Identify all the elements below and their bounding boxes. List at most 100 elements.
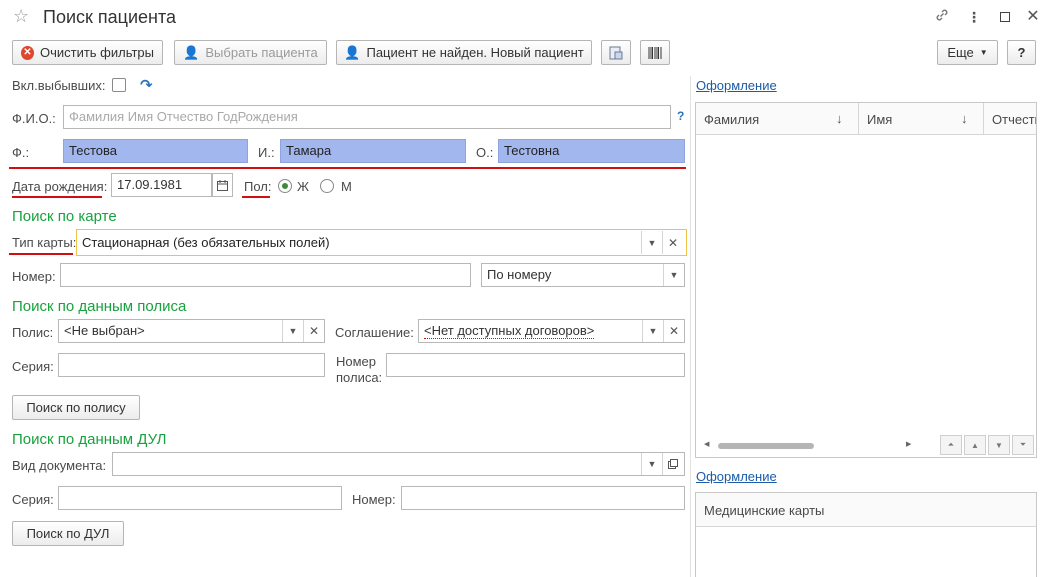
column-header-first-name[interactable]: Имя xyxy=(867,112,892,127)
card-type-dropdown-arrow-icon[interactable]: ▼ xyxy=(641,231,662,254)
search-by-dul-button[interactable]: Поиск по ДУЛ xyxy=(12,521,124,546)
dul-series-input[interactable] xyxy=(58,486,342,510)
card-number-input[interactable] xyxy=(60,263,471,287)
agreement-dropdown-arrow-icon[interactable]: ▼ xyxy=(642,320,663,342)
search-by-select[interactable]: По номеру xyxy=(481,263,685,287)
card-type-label: Тип карты: xyxy=(12,235,77,250)
help-button[interactable]: ? xyxy=(1007,40,1036,65)
refresh-arrow-icon[interactable]: ↷ xyxy=(140,76,153,94)
cards-grid-format-link[interactable]: Оформление xyxy=(696,469,777,484)
include-retired-label: Вкл.выбывших: xyxy=(12,78,106,93)
doc-type-dropdown-arrow-icon[interactable]: ▼ xyxy=(641,453,662,475)
column-header-middle-name[interactable]: Отчеств xyxy=(992,112,1036,127)
include-retired-checkbox[interactable] xyxy=(112,78,126,92)
birth-date-input[interactable]: 17.09.1981 xyxy=(111,173,212,197)
scan-document-icon xyxy=(609,46,623,59)
horizontal-scrollbar-thumb[interactable] xyxy=(718,443,814,449)
policy-dropdown-arrow-icon[interactable]: ▼ xyxy=(282,320,303,342)
new-patient-label: Пациент не найден. Новый пациент xyxy=(366,45,584,60)
policy-clear-icon[interactable]: ✕ xyxy=(303,320,324,342)
policy-number-label-line1: Номер xyxy=(336,354,377,369)
policy-series-label: Серия: xyxy=(12,359,54,374)
nav-first-icon[interactable]: ⏶ xyxy=(940,435,962,455)
patients-grid[interactable]: Фамилия ↓ Имя ↓ Отчеств ◀ ▶ ⏶ ▲ ▼ ⏷ xyxy=(695,102,1037,458)
sort-down-arrow-icon: ↓ xyxy=(961,111,968,126)
column-divider xyxy=(858,103,859,135)
column-divider xyxy=(983,103,984,135)
search-by-policy-button[interactable]: Поиск по полису xyxy=(12,395,140,420)
help-label: ? xyxy=(1017,45,1026,60)
birth-date-label: Дата рождения: xyxy=(12,179,108,194)
gender-female-label: Ж xyxy=(297,179,310,194)
search-by-dul-label: Поиск по ДУЛ xyxy=(26,526,110,541)
scroll-right-arrow-icon[interactable]: ▶ xyxy=(906,440,911,448)
clear-icon: ✕ xyxy=(21,45,34,60)
nav-up-icon[interactable]: ▲ xyxy=(964,435,986,455)
barcode-button[interactable] xyxy=(640,40,670,65)
doc-type-open-icon[interactable] xyxy=(662,453,683,475)
dul-number-label: Номер: xyxy=(352,492,396,507)
maximize-icon[interactable] xyxy=(1000,12,1010,22)
column-header-medical-cards[interactable]: Медицинские карты xyxy=(704,503,824,518)
last-name-input[interactable]: Тестова xyxy=(63,139,248,163)
calendar-icon[interactable] xyxy=(212,173,233,197)
last-name-label: Ф.: xyxy=(12,145,30,160)
agreement-value: <Нет доступных договоров> xyxy=(424,323,595,339)
gender-female-radio[interactable] xyxy=(278,179,292,193)
gender-male-radio[interactable] xyxy=(320,179,334,193)
annotation-underline-name xyxy=(9,167,686,169)
scan-document-button[interactable] xyxy=(601,40,631,65)
doc-type-select[interactable] xyxy=(112,452,685,476)
clear-filters-button[interactable]: ✕ Очистить фильтры xyxy=(12,40,163,65)
select-patient-button[interactable]: 👤 Выбрать пациента xyxy=(174,40,327,65)
gender-label: Пол: xyxy=(244,179,272,194)
doc-type-label: Вид документа: xyxy=(12,458,107,473)
more-button[interactable]: Еще ▼ xyxy=(937,40,998,65)
dul-number-input[interactable] xyxy=(401,486,685,510)
annotation-underline-birth-date xyxy=(12,196,102,198)
fio-label: Ф.И.О.: xyxy=(12,111,56,126)
agreement-clear-icon[interactable]: ✕ xyxy=(663,320,684,342)
card-type-select[interactable]: Стационарная (без обязательных полей) xyxy=(76,229,687,256)
clear-filters-label: Очистить фильтры xyxy=(39,45,154,60)
new-patient-icon: 👤 xyxy=(344,44,361,60)
agreement-label: Соглашение: xyxy=(335,325,414,340)
annotation-underline-gender xyxy=(242,196,270,198)
first-name-label: И.: xyxy=(258,145,275,160)
nav-down-icon[interactable]: ▼ xyxy=(988,435,1010,455)
search-by-dropdown-arrow-icon[interactable]: ▼ xyxy=(663,264,684,286)
search-by-policy-label: Поиск по полису xyxy=(26,400,126,415)
policy-number-input[interactable] xyxy=(386,353,685,377)
more-vertical-icon[interactable]: ⋮ xyxy=(964,7,984,27)
column-header-last-name[interactable]: Фамилия xyxy=(704,112,759,127)
first-name-input[interactable]: Тамара xyxy=(280,139,466,163)
favorite-star-icon[interactable]: ☆ xyxy=(13,6,29,27)
fio-help-icon[interactable]: ? xyxy=(677,109,684,123)
patient-select-icon: 👤 xyxy=(183,44,200,60)
policy-series-input[interactable] xyxy=(58,353,325,377)
select-patient-label: Выбрать пациента xyxy=(205,45,318,60)
window-title: Поиск пациента xyxy=(43,7,177,27)
policy-label: Полис: xyxy=(12,325,54,340)
medical-cards-grid[interactable]: Медицинские карты xyxy=(695,492,1037,577)
dul-series-label: Серия: xyxy=(12,492,54,507)
link-icon[interactable] xyxy=(932,7,952,27)
panel-divider xyxy=(690,76,691,577)
new-patient-button[interactable]: 👤 Пациент не найден. Новый пациент xyxy=(336,40,592,65)
scroll-left-arrow-icon[interactable]: ◀ xyxy=(704,440,709,448)
fio-input[interactable]: Фамилия Имя Отчество ГодРождения xyxy=(63,105,671,129)
middle-name-input[interactable]: Тестовна xyxy=(498,139,685,163)
close-icon[interactable]: ✕ xyxy=(1023,7,1043,27)
barcode-icon xyxy=(648,46,662,59)
policy-number-label-line2: полиса: xyxy=(336,370,383,385)
dul-search-section-title: Поиск по данным ДУЛ xyxy=(12,431,167,448)
middle-name-label: О.: xyxy=(476,145,494,160)
annotation-underline-card-type xyxy=(9,253,73,255)
chevron-down-icon: ▼ xyxy=(979,48,988,57)
card-search-section-title: Поиск по карте xyxy=(12,208,117,225)
nav-last-icon[interactable]: ⏷ xyxy=(1012,435,1034,455)
gender-male-label: М xyxy=(341,179,352,194)
card-number-label: Номер: xyxy=(12,269,56,284)
patients-grid-format-link[interactable]: Оформление xyxy=(696,78,777,93)
card-type-clear-icon[interactable]: ✕ xyxy=(662,231,683,254)
